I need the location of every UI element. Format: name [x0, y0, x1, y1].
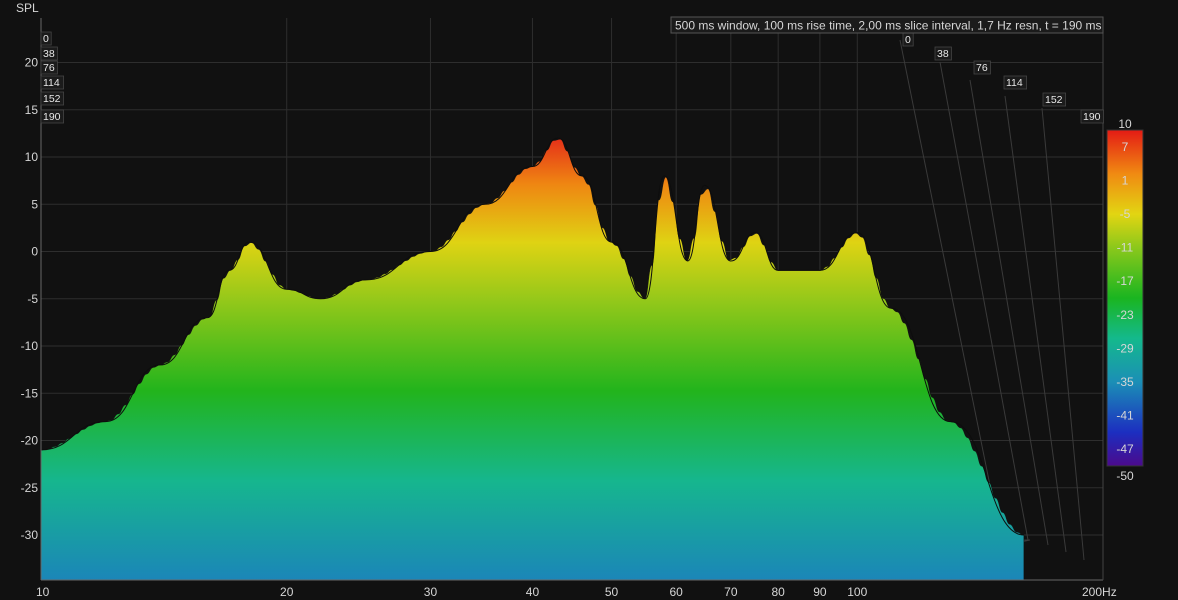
- x-tick-label: 10: [36, 585, 50, 599]
- y-tick-label: 20: [25, 56, 39, 70]
- x-tick-label: 80: [771, 585, 785, 599]
- y-tick-label: 0: [31, 245, 38, 259]
- y-tick-label: 10: [25, 150, 39, 164]
- chart-title: 500 ms window, 100 ms rise time, 2,00 ms…: [675, 19, 1102, 33]
- y-tick-label: -5: [27, 292, 38, 306]
- time-tick-label: 38: [937, 48, 949, 60]
- y-tick-label: 5: [31, 197, 38, 211]
- colorbar-tick-label: -41: [1116, 409, 1134, 423]
- time-tick-label: 76: [43, 62, 55, 74]
- time-tick-label: 0: [905, 34, 911, 46]
- x-tick-label: 70: [724, 585, 738, 599]
- time-tick-label: 76: [976, 62, 988, 74]
- y-tick-label: 15: [25, 103, 39, 117]
- x-tick-label: 60: [670, 585, 684, 599]
- colorbar-tick-label: -11: [1117, 241, 1134, 255]
- y-tick-label: -20: [21, 434, 39, 448]
- y-tick-label: -10: [21, 339, 39, 353]
- time-tick-label: 0: [43, 33, 49, 45]
- colorbar-tick-label: 7: [1122, 140, 1129, 154]
- colorbar-tick-label: -17: [1116, 274, 1134, 288]
- time-tick-label: 114: [1006, 77, 1023, 89]
- y-tick-label: -15: [21, 386, 39, 400]
- x-tick-label: 40: [526, 585, 540, 599]
- x-tick-label: 20: [280, 585, 294, 599]
- colorbar-tick-label: 1: [1122, 173, 1129, 187]
- time-tick-label: 152: [1045, 94, 1063, 106]
- colorbar-tick-label: 10: [1118, 117, 1132, 131]
- time-tick-label: 190: [1083, 111, 1101, 123]
- colorbar-tick-label: -29: [1116, 341, 1134, 355]
- waterfall-slice: [41, 138, 1025, 580]
- colorbar-tick-label: -50: [1116, 469, 1134, 483]
- y-tick-labels: 20 15 10 5 0 -5 -10 -15 -20 -25 -30: [21, 56, 39, 543]
- x-tick-labels: 10 20 30 40 50 60 70 80 90 100 200Hz: [36, 585, 1117, 599]
- waterfall-surface: [41, 137, 1025, 580]
- chart-svg: 20151050-5-10-15-20-25-30 10 20 30 40 50 60 70…: [16, 1, 1144, 599]
- y-tick-label: -25: [21, 481, 39, 495]
- time-tick-label: 114: [43, 77, 60, 89]
- waterfall-chart: 20 15 10 5 0 -5 -10 -15 -20 -25 -30 10 20 30 40 50 60 70…: [0, 0, 1178, 600]
- y-tick-label: -30: [21, 528, 39, 542]
- x-tick-label: 50: [605, 585, 619, 599]
- time-tick-label: 190: [43, 111, 61, 123]
- x-tick-label: 200Hz: [1082, 585, 1117, 599]
- x-tick-label: 90: [813, 585, 827, 599]
- colorbar-tick-label: -23: [1116, 308, 1134, 322]
- x-tick-label: 30: [424, 585, 438, 599]
- chart-title-box: 500 ms window, 100 ms rise time, 2,00 ms…: [670, 16, 1104, 34]
- y-axis-label: SPL: [16, 1, 39, 15]
- colorbar-tick-label: -47: [1116, 442, 1134, 456]
- colorbar-tick-label: -5: [1120, 207, 1131, 221]
- colorbar: 10 7 1 -5 -11 -17 -23 -29 -35 -41 -47 -50: [1106, 117, 1144, 483]
- time-tick-label: 152: [43, 93, 61, 105]
- colorbar-tick-label: -35: [1116, 375, 1134, 389]
- x-tick-label: 100: [847, 585, 867, 599]
- time-tick-label: 38: [43, 48, 55, 60]
